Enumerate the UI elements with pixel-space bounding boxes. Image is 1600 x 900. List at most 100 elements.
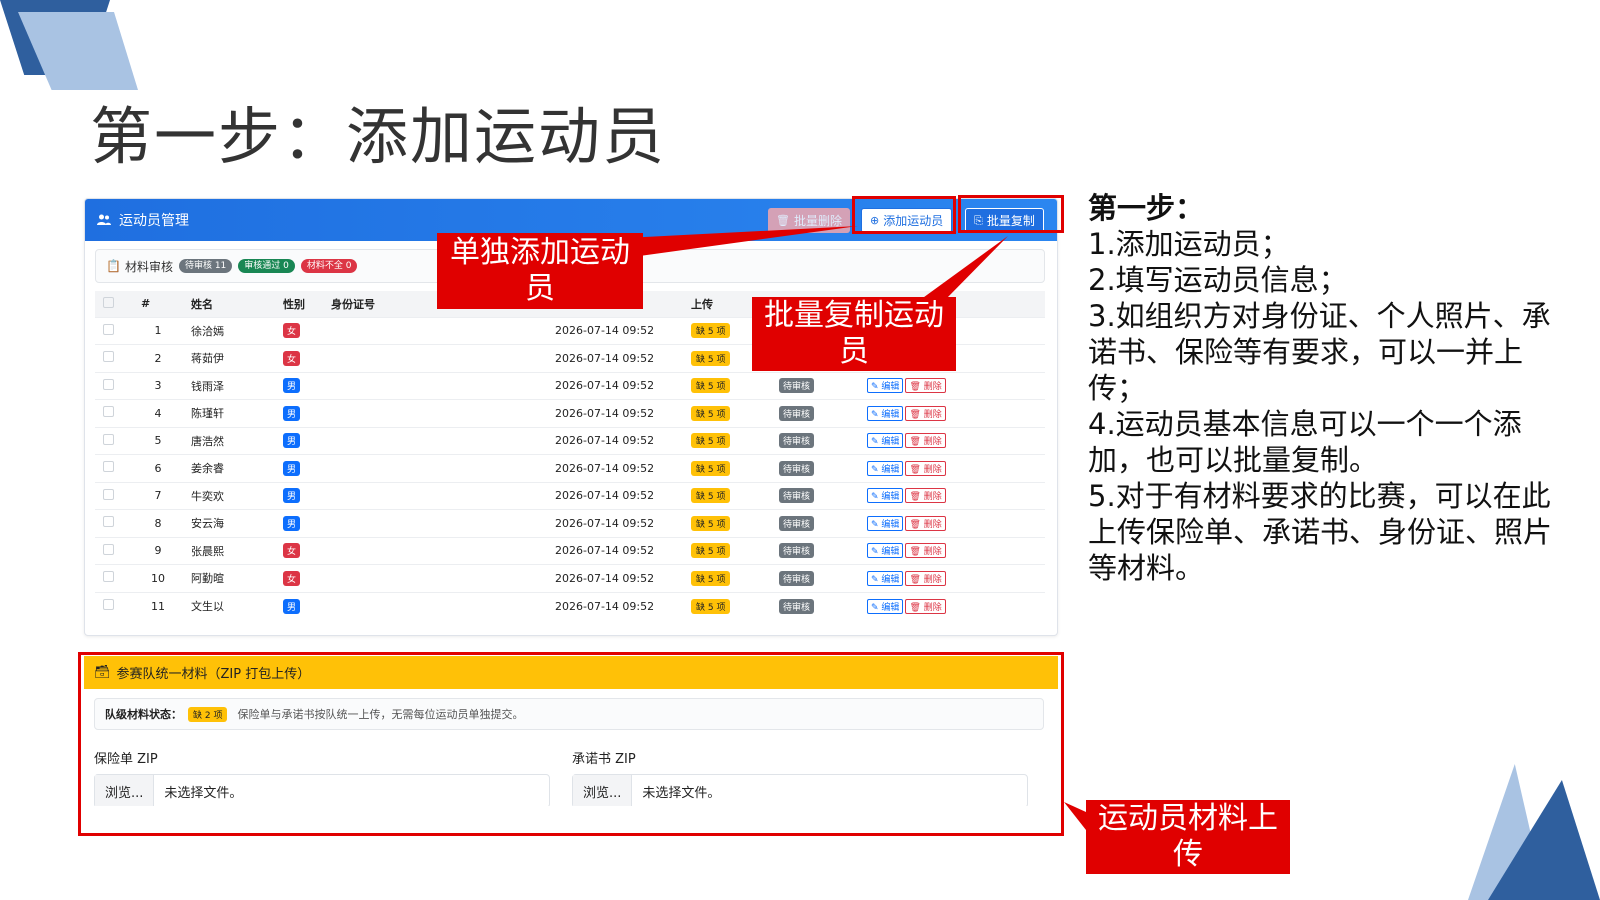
status-cell: 待审核 — [779, 481, 867, 510]
row-checkbox[interactable] — [103, 599, 114, 610]
athlete-id-cell — [331, 399, 555, 427]
row-checkbox[interactable] — [103, 461, 114, 473]
missing-items-badge[interactable]: 缺 5 项 — [691, 598, 731, 614]
sex-badge: 男 — [283, 378, 301, 394]
row-select-cell[interactable] — [95, 316, 141, 345]
bulk-delete-button[interactable]: 🗑 批量删除 — [768, 208, 850, 233]
missing-items-badge[interactable]: 缺 5 项 — [691, 543, 731, 559]
missing-items-badge[interactable]: 缺 5 项 — [691, 460, 731, 476]
edit-button[interactable]: ✎ 编辑 — [867, 433, 904, 449]
edit-button[interactable]: ✎ 编辑 — [867, 405, 904, 421]
athlete-sex-cell: 男 — [283, 371, 331, 400]
athlete-sex-cell: 男 — [283, 591, 331, 620]
row-checkbox[interactable] — [103, 516, 114, 528]
highlight-team-materials — [78, 652, 1064, 836]
row-select-cell[interactable] — [95, 591, 141, 620]
table-row: 11 文生以男 2026-07-14 09:52 缺 5 项待审核 ✎ 编辑 🗑 删除 — [95, 591, 1045, 620]
incomplete-badge[interactable]: 材料不全 0 — [300, 259, 358, 273]
missing-items-badge[interactable]: 缺 5 项 — [691, 515, 731, 531]
passed-badge[interactable]: 审核通过 0 — [238, 259, 295, 273]
missing-items-badge[interactable]: 缺 5 项 — [691, 433, 731, 449]
row-select-cell[interactable] — [95, 481, 141, 510]
actions-cell: ✎ 编辑 🗑 删除 — [867, 481, 1045, 510]
row-number: 7 — [141, 481, 175, 510]
athlete-name: 唐浩然 — [175, 426, 283, 455]
edit-label: 编辑 — [881, 574, 900, 585]
delete-button[interactable]: 🗑 删除 — [905, 598, 946, 614]
col-header-num: # — [141, 291, 175, 317]
row-select-cell[interactable] — [95, 536, 141, 565]
pending-badge[interactable]: 待审核 11 — [178, 259, 233, 273]
table-row: 8 安云海男 2026-07-14 09:52 缺 5 项待审核 ✎ 编辑 🗑 删除 — [95, 509, 1045, 537]
delete-button[interactable]: 🗑 删除 — [905, 515, 946, 531]
athlete-id-cell — [331, 371, 555, 400]
instructions: 第一步： 1.添加运动员； 2.填写运动员信息； 3.如组织方对身份证、个人照片… — [1088, 190, 1558, 586]
sex-badge: 男 — [283, 433, 301, 449]
trash-icon: 🗑 — [909, 382, 921, 393]
row-checkbox[interactable] — [103, 543, 114, 555]
delete-button[interactable]: 🗑 删除 — [905, 433, 946, 449]
row-checkbox[interactable] — [103, 433, 114, 445]
row-number: 10 — [141, 564, 175, 592]
row-select-cell[interactable] — [95, 371, 141, 400]
row-checkbox[interactable] — [103, 323, 114, 335]
edit-label: 编辑 — [881, 492, 900, 503]
missing-items-badge[interactable]: 缺 5 项 — [691, 350, 731, 366]
row-select-cell[interactable] — [95, 344, 141, 372]
select-all-header[interactable] — [95, 291, 141, 317]
upload-cell: 缺 5 项 — [691, 481, 779, 510]
delete-button[interactable]: 🗑 删除 — [905, 405, 946, 421]
upload-cell: 缺 5 项 — [691, 454, 779, 482]
trash-icon: 🗑 — [909, 547, 921, 558]
missing-items-badge[interactable]: 缺 5 项 — [691, 488, 731, 504]
edit-button[interactable]: ✎ 编辑 — [867, 378, 904, 394]
created-time: 2026-07-14 09:52 — [555, 344, 691, 372]
row-checkbox[interactable] — [103, 406, 114, 418]
edit-button[interactable]: ✎ 编辑 — [867, 598, 904, 614]
delete-label: 删除 — [923, 602, 942, 613]
row-select-cell[interactable] — [95, 564, 141, 592]
athlete-id-cell — [331, 454, 555, 482]
callout-bulk-copy: 批量复制运动员 — [752, 297, 956, 371]
created-time: 2026-07-14 09:52 — [555, 536, 691, 565]
missing-items-badge[interactable]: 缺 5 项 — [691, 323, 731, 339]
row-select-cell[interactable] — [95, 454, 141, 482]
edit-button[interactable]: ✎ 编辑 — [867, 515, 904, 531]
edit-button[interactable]: ✎ 编辑 — [867, 570, 904, 586]
row-checkbox[interactable] — [103, 488, 114, 500]
row-select-cell[interactable] — [95, 509, 141, 537]
corner-decoration-light — [18, 12, 138, 90]
athlete-sex-cell: 男 — [283, 399, 331, 427]
delete-button[interactable]: 🗑 删除 — [905, 570, 946, 586]
athlete-name: 阿勤暄 — [175, 564, 283, 592]
missing-items-badge[interactable]: 缺 5 项 — [691, 378, 731, 394]
delete-button[interactable]: 🗑 删除 — [905, 488, 946, 504]
row-checkbox[interactable] — [103, 351, 114, 363]
edit-button[interactable]: ✎ 编辑 — [867, 543, 904, 559]
upload-cell: 缺 5 项 — [691, 536, 779, 565]
sex-badge: 男 — [283, 598, 301, 614]
created-time: 2026-07-14 09:52 — [555, 591, 691, 620]
row-select-cell[interactable] — [95, 399, 141, 427]
row-select-cell[interactable] — [95, 426, 141, 455]
table-row: 10 阿勤暄女 2026-07-14 09:52 缺 5 项待审核 ✎ 编辑 🗑 删除 — [95, 564, 1045, 592]
delete-label: 删除 — [923, 409, 942, 420]
edit-button[interactable]: ✎ 编辑 — [867, 460, 904, 476]
delete-button[interactable]: 🗑 删除 — [905, 543, 946, 559]
row-number: 8 — [141, 509, 175, 537]
pencil-icon: ✎ — [871, 547, 879, 558]
status-cell: 待审核 — [779, 509, 867, 537]
delete-button[interactable]: 🗑 删除 — [905, 378, 946, 394]
review-status-badge: 待审核 — [779, 598, 815, 614]
delete-label: 删除 — [923, 547, 942, 558]
select-all-checkbox[interactable] — [103, 296, 114, 308]
edit-button[interactable]: ✎ 编辑 — [867, 488, 904, 504]
missing-items-badge[interactable]: 缺 5 项 — [691, 570, 731, 586]
row-number: 5 — [141, 426, 175, 455]
missing-items-badge[interactable]: 缺 5 项 — [691, 405, 731, 421]
delete-button[interactable]: 🗑 删除 — [905, 460, 946, 476]
row-checkbox[interactable] — [103, 378, 114, 390]
trash-icon: 🗑 — [909, 519, 921, 530]
status-cell: 待审核 — [779, 591, 867, 620]
row-checkbox[interactable] — [103, 571, 114, 583]
